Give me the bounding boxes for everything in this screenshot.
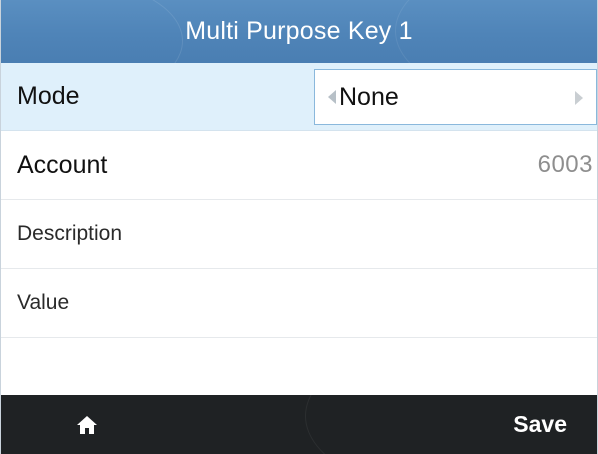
- home-icon: [77, 416, 97, 434]
- description-label: Description: [17, 222, 123, 245]
- description-row[interactable]: Description: [1, 200, 597, 269]
- account-value: 6003: [537, 151, 593, 178]
- value-label: Value: [17, 291, 70, 314]
- account-label: Account: [17, 150, 108, 179]
- account-row[interactable]: Account 6003: [1, 131, 597, 200]
- title-bar: Multi Purpose Key 1: [1, 0, 597, 63]
- mode-label: Mode: [17, 82, 80, 110]
- arrow-right-icon[interactable]: [575, 91, 583, 105]
- home-button[interactable]: [67, 409, 107, 441]
- arrow-left-icon[interactable]: [328, 90, 336, 104]
- value-row[interactable]: Value: [1, 269, 597, 338]
- mode-selector[interactable]: None: [314, 69, 597, 125]
- phone-screen: Multi Purpose Key 1 Mode None Account 60…: [0, 0, 598, 454]
- page-title: Multi Purpose Key 1: [185, 17, 413, 45]
- softkey-bar: Save: [1, 395, 597, 454]
- mode-value: None: [339, 82, 399, 111]
- save-button[interactable]: Save: [513, 395, 567, 454]
- mode-row[interactable]: Mode None: [1, 63, 597, 131]
